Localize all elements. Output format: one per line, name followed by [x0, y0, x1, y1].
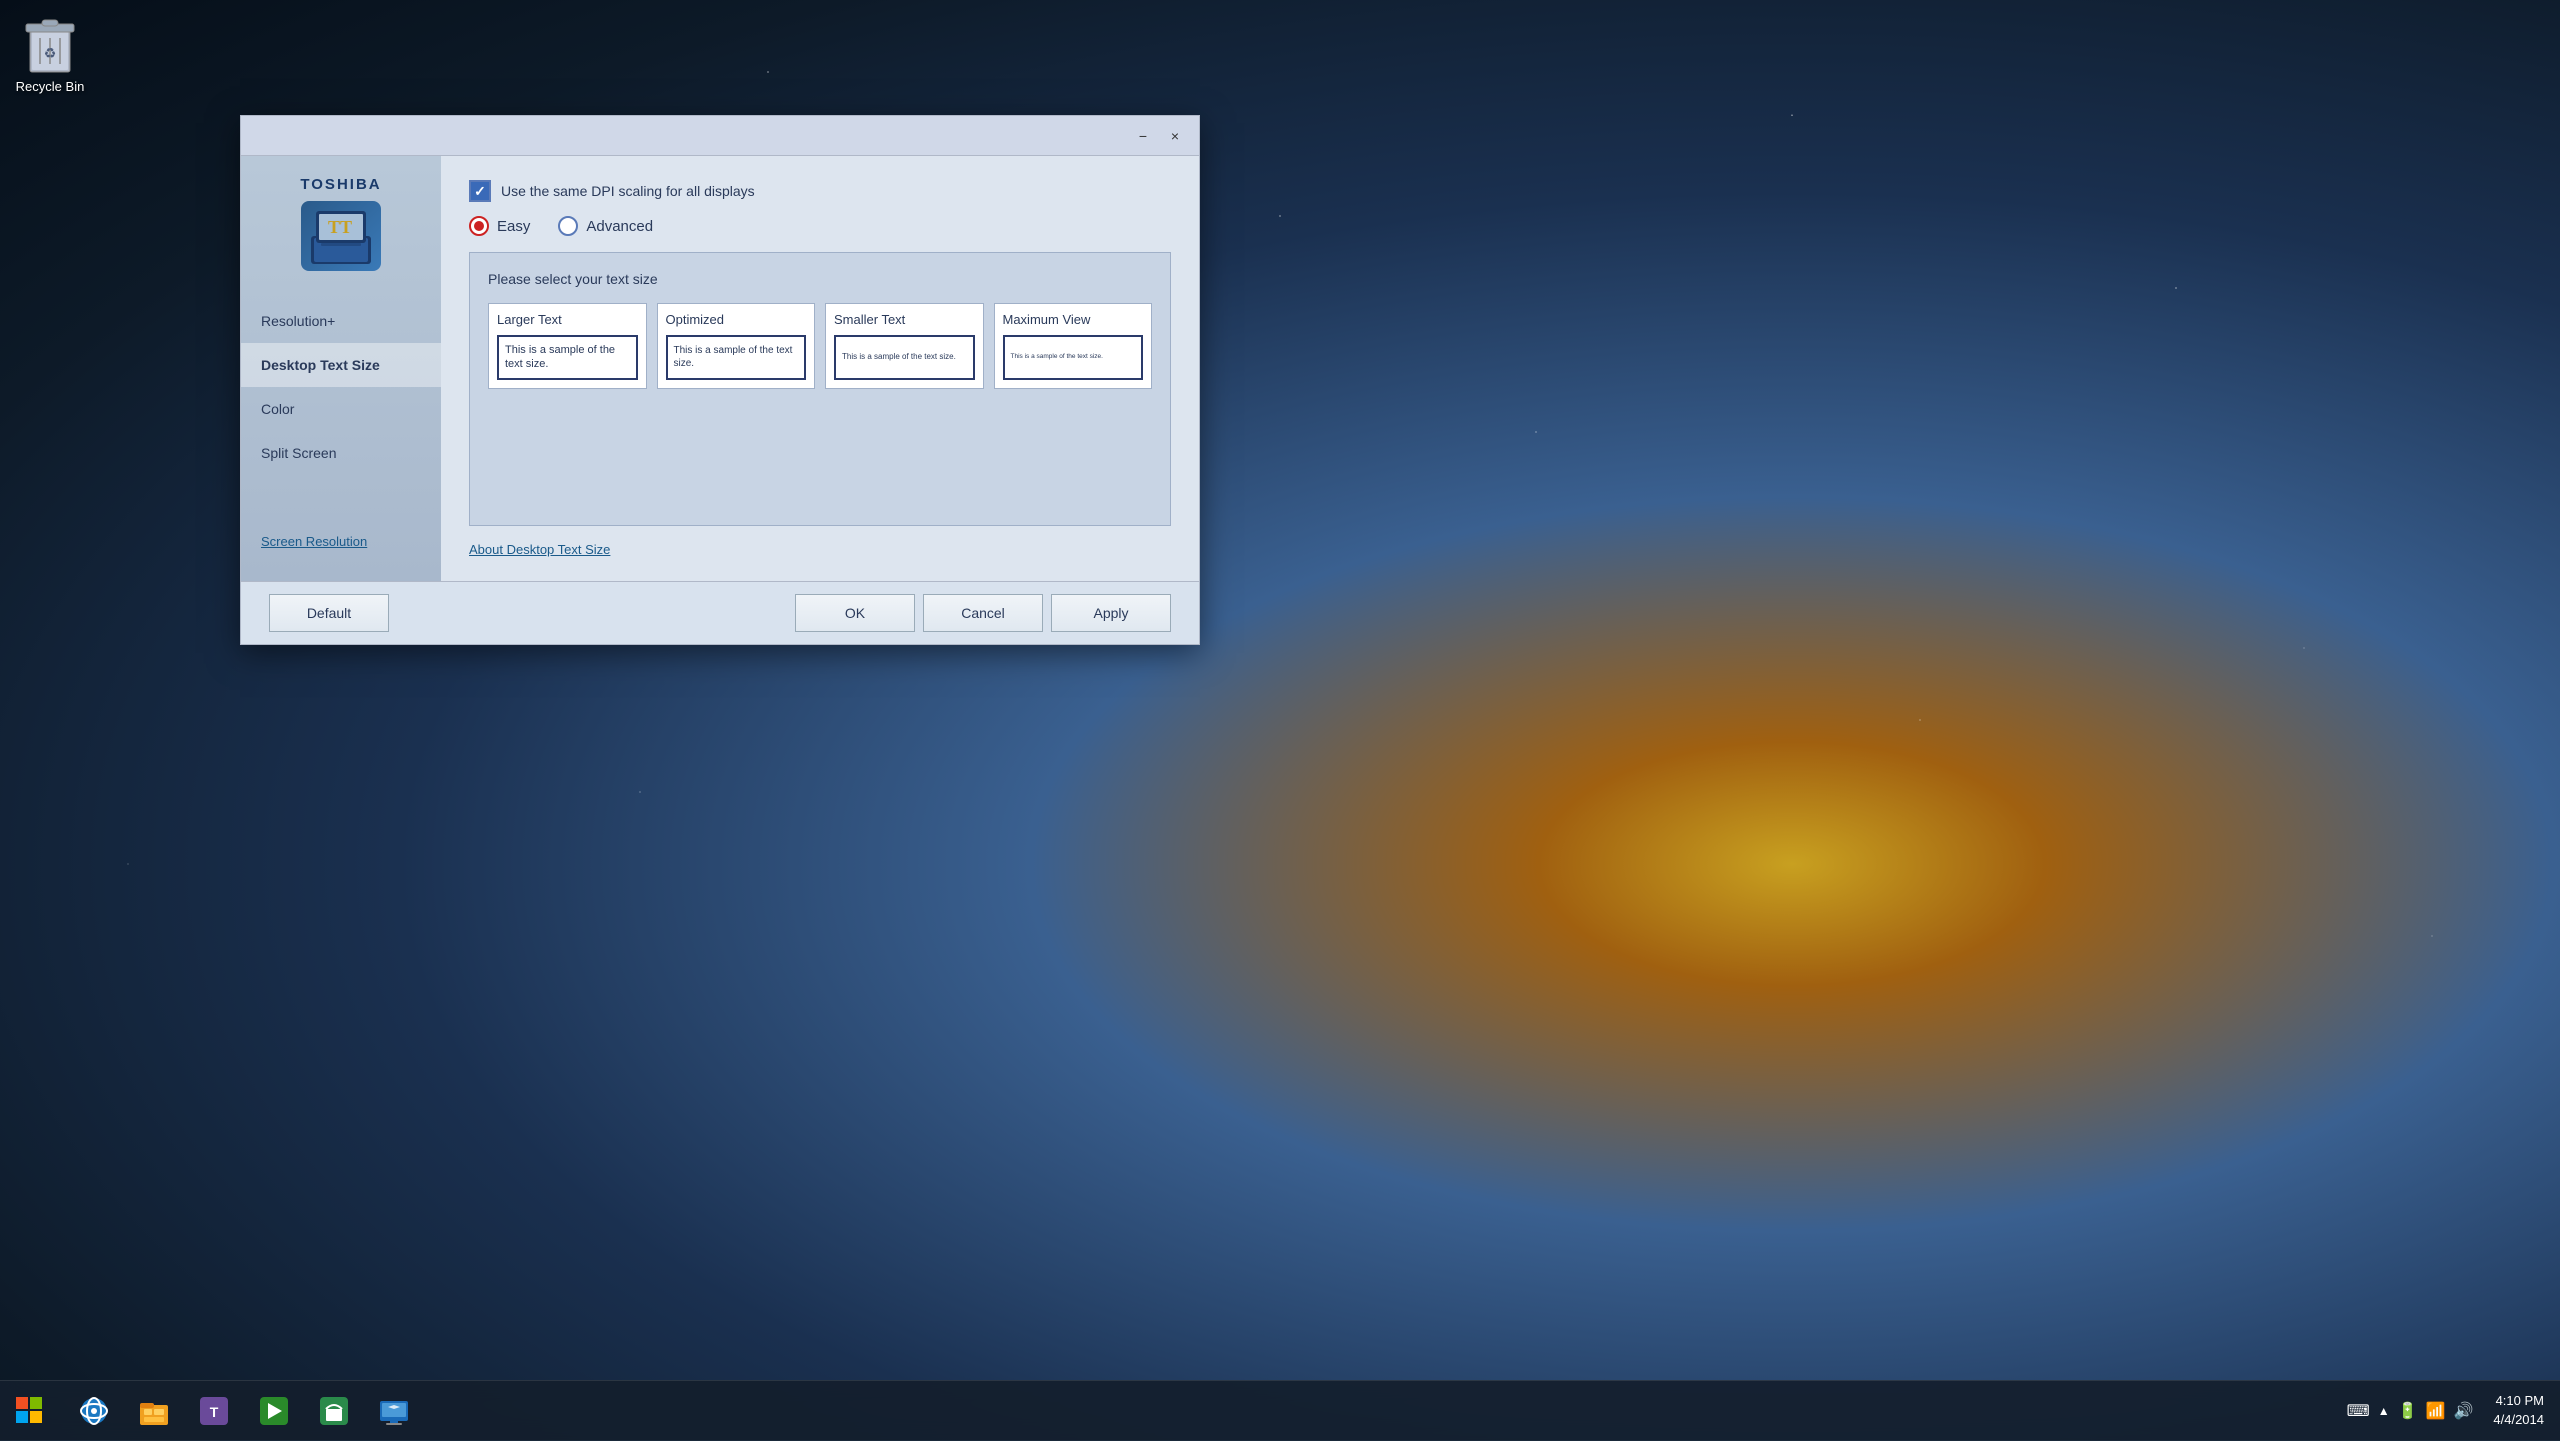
network-icon[interactable]: 📶	[2426, 1401, 2446, 1421]
screen-resolution-link[interactable]: Screen Resolution	[261, 534, 367, 549]
radio-advanced-label: Advanced	[586, 218, 653, 235]
size-card-smaller-text[interactable]: Smaller Text This is a sample of the tex…	[825, 303, 984, 389]
close-button[interactable]: ×	[1159, 122, 1191, 150]
logo-svg: TT	[306, 206, 376, 266]
volume-icon[interactable]: 🔊	[2453, 1401, 2473, 1421]
sidebar-logo: TOSHIBA TT	[241, 156, 441, 291]
ok-button[interactable]: OK	[795, 594, 915, 632]
file-explorer-icon	[138, 1395, 170, 1427]
taskbar-right: ⌨ ▲ 🔋 📶 🔊 4:10 PM 4/4/2014	[2339, 1392, 2560, 1428]
show-hidden-icons[interactable]: ▲	[2378, 1404, 2390, 1418]
apply-button[interactable]: Apply	[1051, 594, 1171, 632]
start-button[interactable]	[0, 1381, 60, 1441]
radio-easy-button[interactable]	[469, 216, 489, 236]
svg-text:♻: ♻	[44, 45, 57, 61]
media-player-icon	[258, 1395, 290, 1427]
ie-icon	[78, 1395, 110, 1427]
size-card-optimized-preview: This is a sample of the text size.	[666, 335, 807, 380]
maximum-view-text-preview: This is a sample of the text size.	[1011, 353, 1103, 361]
toshiba-icon: T	[198, 1395, 230, 1427]
size-card-optimized[interactable]: Optimized This is a sample of the text s…	[657, 303, 816, 389]
taskbar-app-internet-explorer[interactable]	[64, 1381, 124, 1441]
sidebar-item-resolution[interactable]: Resolution+	[241, 299, 441, 343]
radio-advanced[interactable]: Advanced	[558, 216, 653, 236]
cancel-button[interactable]: Cancel	[923, 594, 1043, 632]
brand-label: TOSHIBA	[300, 176, 381, 193]
dialog-titlebar: − ×	[241, 116, 1199, 156]
size-card-maximum-view-preview: This is a sample of the text size.	[1003, 335, 1144, 380]
radio-easy-label: Easy	[497, 218, 530, 235]
minimize-button[interactable]: −	[1127, 122, 1159, 150]
sidebar-item-split-screen[interactable]: Split Screen	[241, 431, 441, 475]
svg-text:TT: TT	[328, 217, 352, 237]
dialog-sidebar: TOSHIBA TT	[241, 156, 441, 581]
clock-time: 4:10 PM	[2493, 1392, 2544, 1410]
dialog-body: TOSHIBA TT	[241, 156, 1199, 581]
recycle-bin-label: Recycle Bin	[16, 79, 85, 94]
logo-icon-container: TT	[301, 201, 381, 271]
taskbar-apps: T	[60, 1381, 2339, 1441]
notification-area: ⌨ ▲ 🔋 📶 🔊	[2339, 1401, 2482, 1421]
size-card-maximum-view-title: Maximum View	[1003, 312, 1144, 327]
store-icon	[318, 1395, 350, 1427]
larger-text-preview: This is a sample of the text size.	[505, 343, 630, 372]
main-content: Use the same DPI scaling for all display…	[441, 156, 1199, 581]
clock-date: 4/4/2014	[2493, 1411, 2544, 1429]
dialog-window: − × TOSHIBA TT	[240, 115, 1200, 645]
size-card-smaller-text-preview: This is a sample of the text size.	[834, 335, 975, 380]
taskbar-app-remote-desktop[interactable]	[364, 1381, 424, 1441]
sidebar-footer: Screen Resolution	[241, 523, 441, 561]
text-size-panel: Please select your text size Larger Text…	[469, 252, 1171, 526]
taskbar-app-store[interactable]	[304, 1381, 364, 1441]
sidebar-item-desktop-text-size[interactable]: Desktop Text Size	[241, 343, 441, 387]
taskbar: T	[0, 1380, 2560, 1440]
default-button[interactable]: Default	[269, 594, 389, 632]
about-link[interactable]: About Desktop Text Size	[469, 542, 1171, 557]
taskbar-app-file-explorer[interactable]	[124, 1381, 184, 1441]
taskbar-app-toshiba[interactable]: T	[184, 1381, 244, 1441]
recycle-bin-svg: ♻	[20, 10, 80, 75]
size-card-maximum-view[interactable]: Maximum View This is a sample of the tex…	[994, 303, 1153, 389]
size-card-optimized-title: Optimized	[666, 312, 807, 327]
mode-radio-group: Easy Advanced	[469, 216, 1171, 236]
taskbar-app-media-player[interactable]	[244, 1381, 304, 1441]
size-options-container: Larger Text This is a sample of the text…	[488, 303, 1152, 389]
system-clock[interactable]: 4:10 PM 4/4/2014	[2493, 1392, 2544, 1428]
radio-easy[interactable]: Easy	[469, 216, 530, 236]
battery-icon[interactable]: 🔋	[2398, 1401, 2418, 1421]
smaller-text-preview: This is a sample of the text size.	[842, 352, 956, 362]
sidebar-nav: Resolution+ Desktop Text Size Color Spli…	[241, 291, 441, 523]
optimized-text-preview: This is a sample of the text size.	[674, 344, 799, 370]
size-card-larger-text-preview: This is a sample of the text size.	[497, 335, 638, 380]
dpi-checkbox-wrapper[interactable]: Use the same DPI scaling for all display…	[469, 180, 755, 202]
radio-advanced-button[interactable]	[558, 216, 578, 236]
remote-desktop-icon	[378, 1395, 410, 1427]
dialog-footer: Default OK Cancel Apply	[241, 581, 1199, 644]
windows-logo-icon	[16, 1397, 44, 1425]
dpi-checkbox-label: Use the same DPI scaling for all display…	[501, 183, 755, 199]
recycle-bin-icon[interactable]: ♻ Recycle Bin	[10, 10, 90, 94]
dpi-checkbox[interactable]	[469, 180, 491, 202]
size-card-smaller-text-title: Smaller Text	[834, 312, 975, 327]
footer-right-buttons: OK Cancel Apply	[795, 594, 1171, 632]
sidebar-item-color[interactable]: Color	[241, 387, 441, 431]
svg-text:T: T	[210, 1404, 219, 1420]
keyboard-icon[interactable]: ⌨	[2347, 1401, 2370, 1421]
size-card-larger-text-title: Larger Text	[497, 312, 638, 327]
panel-title: Please select your text size	[488, 271, 1152, 287]
size-card-larger-text[interactable]: Larger Text This is a sample of the text…	[488, 303, 647, 389]
dpi-checkbox-row: Use the same DPI scaling for all display…	[469, 180, 1171, 202]
